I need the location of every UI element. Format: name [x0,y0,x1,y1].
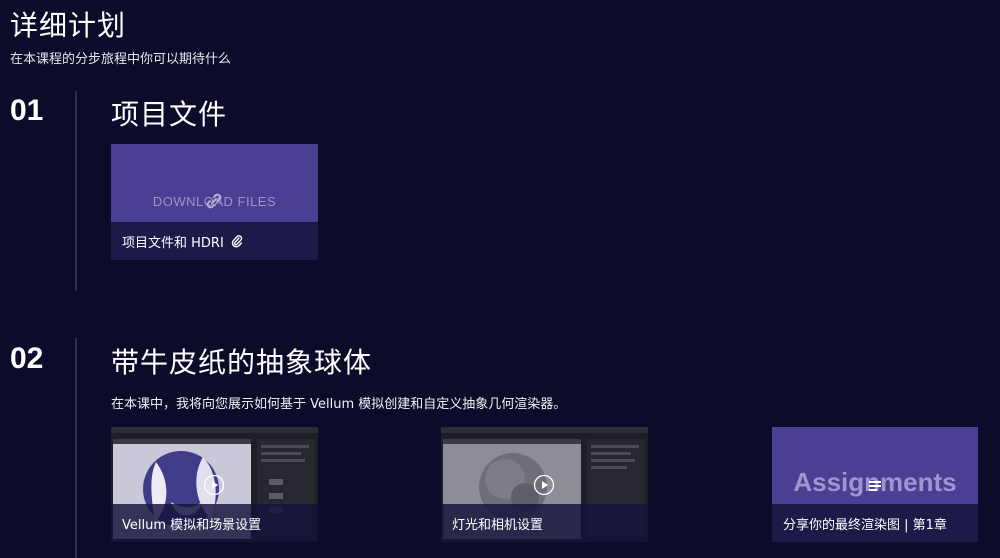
paperclip-icon [231,234,243,248]
play-icon [203,474,225,500]
card-caption-text: 分享你的最终渲染图 | 第1章 [783,517,947,533]
list-icon [868,477,882,496]
section-description: 在本课中，我将向您展示如何基于 Vellum 模拟创建和自定义抽象几何渲染器。 [111,397,567,412]
card-caption: Vellum 模拟和场景设置 [111,504,318,542]
page-subtitle: 在本课程的分步旅程中你可以期待什么 [10,52,232,67]
page-title: 详细计划 [10,9,127,42]
lesson-card-vellum[interactable]: Vellum 模拟和场景设置 [111,427,318,542]
lesson-card-lighting[interactable]: 灯光和相机设置 [441,427,648,542]
section-divider [75,91,77,291]
card-caption: 灯光和相机设置 [441,504,648,542]
section-title: 带牛皮纸的抽象球体 [111,346,373,379]
section-number: 02 [10,342,44,375]
download-files-card[interactable]: DOWNLOAD FILES 项目文件和 HDRI [111,144,318,260]
section-divider [75,338,77,558]
play-icon [533,474,555,500]
section-title: 项目文件 [111,98,228,131]
card-caption-text: 灯光和相机设置 [452,517,544,533]
card-caption-text: Vellum 模拟和场景设置 [122,517,262,533]
section-number: 01 [10,94,44,127]
link-icon [203,190,225,216]
card-caption-text: 项目文件和 HDRI [122,235,224,251]
assignment-card[interactable]: Assignments 分享你的最终渲染图 | 第1章 [772,427,978,542]
card-caption: 分享你的最终渲染图 | 第1章 [772,504,978,542]
card-caption: 项目文件和 HDRI [111,222,318,260]
